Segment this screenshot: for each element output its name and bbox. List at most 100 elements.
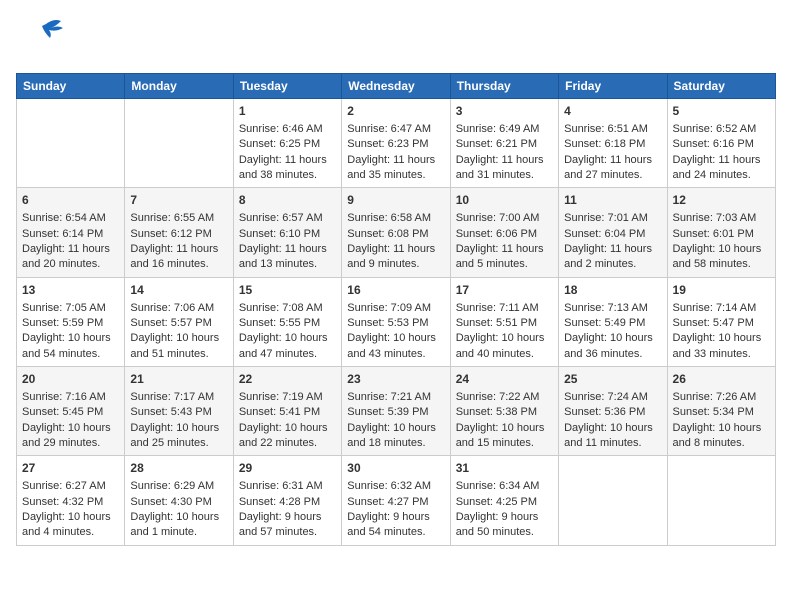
day-info: Daylight: 10 hours and 18 minutes. — [347, 421, 444, 452]
day-info: Daylight: 10 hours and 22 minutes. — [239, 421, 336, 452]
day-info: Sunrise: 6:52 AM — [673, 122, 770, 137]
day-number: 8 — [239, 192, 336, 209]
calendar-cell: 14Sunrise: 7:06 AMSunset: 5:57 PMDayligh… — [125, 277, 233, 366]
calendar-cell: 27Sunrise: 6:27 AMSunset: 4:32 PMDayligh… — [17, 456, 125, 545]
day-info: Daylight: 11 hours and 5 minutes. — [456, 242, 553, 273]
header-tuesday: Tuesday — [233, 74, 341, 99]
day-number: 22 — [239, 371, 336, 388]
day-number: 17 — [456, 282, 553, 299]
day-info: Sunrise: 7:21 AM — [347, 390, 444, 405]
day-info: Daylight: 11 hours and 9 minutes. — [347, 242, 444, 273]
day-info: Sunset: 5:57 PM — [130, 316, 227, 331]
calendar-cell: 15Sunrise: 7:08 AMSunset: 5:55 PMDayligh… — [233, 277, 341, 366]
day-info: Sunset: 5:55 PM — [239, 316, 336, 331]
day-info: Sunset: 4:32 PM — [22, 495, 119, 510]
day-info: Sunrise: 7:16 AM — [22, 390, 119, 405]
day-info: Sunset: 6:14 PM — [22, 227, 119, 242]
calendar-cell: 12Sunrise: 7:03 AMSunset: 6:01 PMDayligh… — [667, 188, 775, 277]
day-info: Sunset: 5:36 PM — [564, 405, 661, 420]
day-info: Sunrise: 7:11 AM — [456, 301, 553, 316]
day-info: Sunrise: 7:19 AM — [239, 390, 336, 405]
day-info: Sunset: 6:25 PM — [239, 137, 336, 152]
day-info: Sunrise: 6:57 AM — [239, 211, 336, 226]
day-number: 27 — [22, 460, 119, 477]
day-info: Daylight: 10 hours and 40 minutes. — [456, 331, 553, 362]
day-info: Sunrise: 7:05 AM — [22, 301, 119, 316]
day-info: Daylight: 11 hours and 31 minutes. — [456, 153, 553, 184]
day-number: 31 — [456, 460, 553, 477]
day-info: Daylight: 9 hours and 54 minutes. — [347, 510, 444, 541]
day-info: Sunset: 6:16 PM — [673, 137, 770, 152]
day-info: Sunset: 6:06 PM — [456, 227, 553, 242]
day-info: Daylight: 11 hours and 13 minutes. — [239, 242, 336, 273]
day-info: Daylight: 9 hours and 57 minutes. — [239, 510, 336, 541]
day-number: 3 — [456, 103, 553, 120]
day-info: Sunrise: 6:55 AM — [130, 211, 227, 226]
calendar-cell: 22 Sunrise: 7:19 AMSunset: 5:41 PMDayligh… — [233, 367, 341, 456]
calendar-cell: 28Sunrise: 6:29 AMSunset: 4:30 PMDayligh… — [125, 456, 233, 545]
calendar-week-row: 6Sunrise: 6:54 AMSunset: 6:14 PMDaylight… — [17, 188, 776, 277]
calendar-cell: 26Sunrise: 7:26 AMSunset: 5:34 PMDayligh… — [667, 367, 775, 456]
day-info: Sunset: 5:39 PM — [347, 405, 444, 420]
calendar-cell — [667, 456, 775, 545]
day-number: 15 — [239, 282, 336, 299]
day-info: Sunrise: 7:09 AM — [347, 301, 444, 316]
calendar-cell — [559, 456, 667, 545]
day-number: 2 — [347, 103, 444, 120]
day-number: 13 — [22, 282, 119, 299]
logo — [16, 16, 66, 63]
day-info: Daylight: 10 hours and 54 minutes. — [22, 331, 119, 362]
day-info: Sunset: 5:45 PM — [22, 405, 119, 420]
day-info: Sunrise: 7:00 AM — [456, 211, 553, 226]
day-info: Sunset: 5:47 PM — [673, 316, 770, 331]
day-number: 5 — [673, 103, 770, 120]
day-info: Sunrise: 6:46 AM — [239, 122, 336, 137]
day-info: Sunset: 4:25 PM — [456, 495, 553, 510]
day-number: 11 — [564, 192, 661, 209]
calendar-cell: 20Sunrise: 7:16 AMSunset: 5:45 PMDayligh… — [17, 367, 125, 456]
day-number: 23 — [347, 371, 444, 388]
header-monday: Monday — [125, 74, 233, 99]
day-info: Sunrise: 7:14 AM — [673, 301, 770, 316]
day-number: 24 — [456, 371, 553, 388]
day-info: Sunrise: 6:54 AM — [22, 211, 119, 226]
day-number: 7 — [130, 192, 227, 209]
calendar-header-row: SundayMondayTuesdayWednesdayThursdayFrid… — [17, 74, 776, 99]
header-thursday: Thursday — [450, 74, 558, 99]
calendar-cell: 9Sunrise: 6:58 AMSunset: 6:08 PMDaylight… — [342, 188, 450, 277]
day-info: Sunrise: 6:29 AM — [130, 479, 227, 494]
day-info: Daylight: 11 hours and 24 minutes. — [673, 153, 770, 184]
day-info: Daylight: 10 hours and 29 minutes. — [22, 421, 119, 452]
calendar-cell: 19 Sunrise: 7:14 AMSunset: 5:47 PMDayligh… — [667, 277, 775, 366]
calendar-cell: 31Sunrise: 6:34 AMSunset: 4:25 PMDayligh… — [450, 456, 558, 545]
day-info: Sunset: 6:10 PM — [239, 227, 336, 242]
day-info: Sunrise: 6:34 AM — [456, 479, 553, 494]
day-number: 14 — [130, 282, 227, 299]
day-info: Daylight: 11 hours and 35 minutes. — [347, 153, 444, 184]
day-info: Sunrise: 7:03 AM — [673, 211, 770, 226]
day-number: 19 — [673, 282, 770, 299]
day-info: Daylight: 11 hours and 38 minutes. — [239, 153, 336, 184]
day-info: Daylight: 10 hours and 51 minutes. — [130, 331, 227, 362]
day-info: Sunset: 6:12 PM — [130, 227, 227, 242]
day-info: Sunset: 5:53 PM — [347, 316, 444, 331]
calendar-cell: 11Sunrise: 7:01 AMSunset: 6:04 PMDayligh… — [559, 188, 667, 277]
day-info: Sunset: 5:41 PM — [239, 405, 336, 420]
day-info: Sunrise: 7:17 AM — [130, 390, 227, 405]
calendar-cell: 21Sunrise: 7:17 AMSunset: 5:43 PMDayligh… — [125, 367, 233, 456]
calendar-cell — [125, 99, 233, 188]
day-info: Sunset: 6:04 PM — [564, 227, 661, 242]
day-number: 25 — [564, 371, 661, 388]
day-info: Sunrise: 7:08 AM — [239, 301, 336, 316]
calendar-cell: 1Sunrise: 6:46 AMSunset: 6:25 PMDaylight… — [233, 99, 341, 188]
day-number: 4 — [564, 103, 661, 120]
logo-icon — [16, 16, 64, 58]
calendar-cell: 29Sunrise: 6:31 AMSunset: 4:28 PMDayligh… — [233, 456, 341, 545]
day-info: Daylight: 10 hours and 33 minutes. — [673, 331, 770, 362]
day-info: Sunset: 6:23 PM — [347, 137, 444, 152]
calendar-cell: 13Sunrise: 7:05 AMSunset: 5:59 PMDayligh… — [17, 277, 125, 366]
day-info: Sunset: 4:28 PM — [239, 495, 336, 510]
day-number: 18 — [564, 282, 661, 299]
calendar-cell: 24Sunrise: 7:22 AMSunset: 5:38 PMDayligh… — [450, 367, 558, 456]
day-info: Daylight: 11 hours and 27 minutes. — [564, 153, 661, 184]
